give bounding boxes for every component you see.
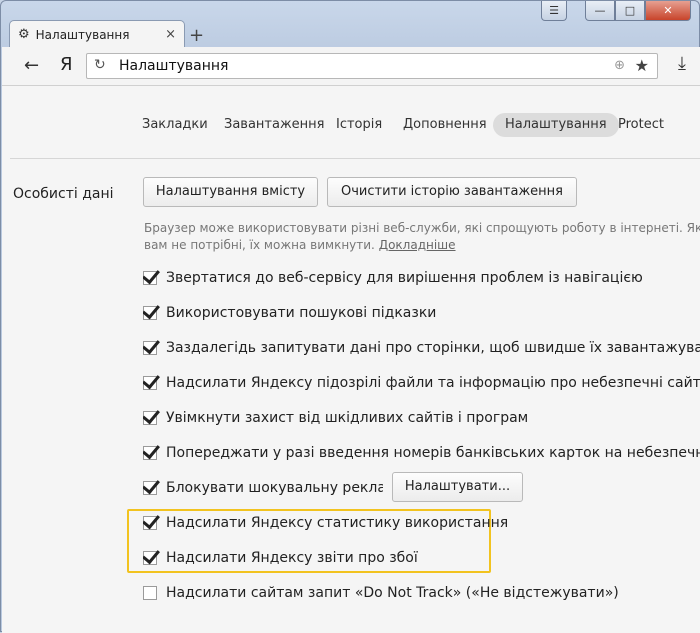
option-send-usage-stats[interactable]: Надсилати Яндексу статистику використанн… [143, 512, 700, 534]
minimize-icon: — [594, 4, 606, 17]
browser-window: ☰ — □ ✕ ⚙ Налаштування × + ← Я ↻ Налашту… [0, 0, 700, 633]
option-do-not-track[interactable]: Надсилати сайтам запит «Do Not Track» («… [143, 582, 700, 604]
checkbox[interactable] [143, 411, 157, 425]
configure-ads-button[interactable]: Налаштувати... [392, 472, 523, 502]
nav-settings[interactable]: Налаштування [493, 113, 619, 137]
checkbox[interactable] [143, 481, 157, 495]
nav-extensions[interactable]: Доповнення [403, 113, 487, 137]
tab-close-icon[interactable]: × [165, 27, 176, 42]
minimize-button[interactable]: — [585, 1, 615, 21]
address-bar[interactable]: ↻ Налаштування ⊕ ★ [86, 53, 658, 79]
option-label: Звертатися до веб-сервісу для вирішення … [166, 270, 643, 286]
option-label: Заздалегідь запитувати дані про сторінки… [166, 340, 700, 356]
option-label: Надсилати Яндексу статистику використанн… [166, 515, 509, 531]
bookmark-star-icon[interactable]: ★ [635, 56, 649, 75]
section-title-personal-data: Особисті дані [13, 186, 114, 202]
option-navigation-help[interactable]: Звертатися до веб-сервісу для вирішення … [143, 267, 700, 289]
tab-title: Налаштування [35, 27, 130, 42]
checkbox[interactable] [143, 306, 157, 320]
window-controls: ☰ — □ ✕ [541, 1, 691, 23]
checkbox[interactable] [143, 446, 157, 460]
content-settings-button[interactable]: Налаштування вмісту [143, 177, 318, 207]
checkbox[interactable] [143, 551, 157, 565]
option-label: Надсилати Яндексу звіти про збої [166, 550, 418, 566]
services-description: Браузер може використовувати різні веб-с… [144, 220, 700, 254]
option-label: Увімкнути захист від шкідливих сайтів і … [166, 410, 529, 426]
nav-divider [10, 158, 700, 159]
option-card-warning[interactable]: Попереджати у разі введення номерів банк… [143, 442, 700, 464]
more-info-link[interactable]: Докладніше [379, 238, 456, 252]
nav-protect[interactable]: Protect [618, 113, 664, 137]
checkbox[interactable] [143, 271, 157, 285]
toolbar: ← Я ↻ Налаштування ⊕ ★ ⤓ [2, 47, 700, 86]
menu-icon: ☰ [549, 4, 559, 17]
reload-icon[interactable]: ↻ [94, 57, 106, 73]
option-prefetch[interactable]: Заздалегідь запитувати дані про сторінки… [143, 337, 700, 359]
option-label: Попереджати у разі введення номерів банк… [166, 445, 700, 461]
checkbox[interactable] [143, 341, 157, 355]
clear-history-button[interactable]: Очистити історію завантаження [327, 177, 577, 207]
maximize-button[interactable]: □ [615, 1, 645, 21]
option-send-suspicious-files[interactable]: Надсилати Яндексу підозрілі файли та інф… [143, 372, 700, 394]
description-line-2: вам не потрібні, їх можна вимкнути. Докл… [144, 238, 456, 252]
maximize-icon: □ [624, 4, 636, 17]
globe-icon[interactable]: ⊕ [614, 58, 625, 73]
description-line-1: Браузер може використовувати різні веб-с… [144, 221, 700, 235]
gear-icon: ⚙ [18, 27, 30, 42]
option-label: Надсилати Яндексу підозрілі файли та інф… [166, 375, 700, 391]
nav-history[interactable]: Історія [336, 113, 382, 137]
menu-button[interactable]: ☰ [541, 1, 567, 21]
download-icon[interactable]: ⤓ [678, 53, 686, 74]
close-window-button[interactable]: ✕ [645, 1, 691, 21]
tab-settings[interactable]: ⚙ Налаштування × [9, 20, 185, 48]
nav-bookmarks[interactable]: Закладки [142, 113, 208, 137]
checkbox[interactable] [143, 516, 157, 530]
nav-downloads[interactable]: Завантаження [224, 113, 325, 137]
yandex-logo-button[interactable]: Я [60, 54, 73, 75]
new-tab-button[interactable]: + [189, 25, 204, 46]
option-malware-protection[interactable]: Увімкнути захист від шкідливих сайтів і … [143, 407, 700, 429]
back-arrow-icon[interactable]: ← [24, 55, 39, 76]
option-label: Блокувати шокувальну рекламу [166, 480, 383, 496]
option-label: Надсилати сайтам запит «Do Not Track» («… [166, 585, 619, 601]
checkbox[interactable] [143, 586, 157, 600]
settings-nav: Закладки Завантаження Історія Доповнення… [2, 113, 700, 139]
option-search-suggestions[interactable]: Використовувати пошукові підказки [143, 302, 700, 324]
option-label: Використовувати пошукові підказки [166, 305, 437, 321]
close-icon: ✕ [663, 4, 673, 17]
checkbox[interactable] [143, 376, 157, 390]
settings-page: Закладки Завантаження Історія Доповнення… [2, 86, 700, 633]
option-block-shocking-ads[interactable]: Блокувати шокувальну рекламу [143, 477, 383, 499]
address-text[interactable]: Налаштування [119, 58, 228, 74]
option-send-crash-reports[interactable]: Надсилати Яндексу звіти про збої [143, 547, 700, 569]
